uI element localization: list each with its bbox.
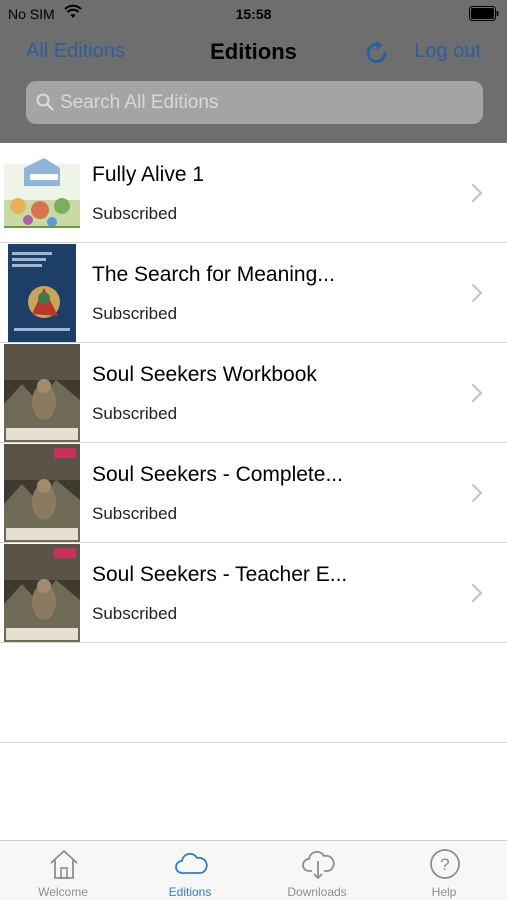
tab-welcome[interactable]: Welcome (0, 841, 126, 900)
log-out-button[interactable]: Log out (414, 40, 481, 63)
tab-label: Downloads (287, 885, 347, 899)
clock: 15:58 (235, 6, 272, 22)
edition-cover-thumbnail (8, 244, 76, 342)
tab-editions[interactable]: Editions (127, 841, 253, 900)
edition-title: Soul Seekers - Teacher E... (92, 563, 348, 586)
tab-bar: Welcome Editions Downloads ? Help (0, 840, 507, 900)
chevron-right-icon (471, 183, 483, 203)
edition-row-soul-seekers-complete[interactable]: Soul Seekers - Complete... Subscribed (0, 443, 507, 543)
editions-list: Fully Alive 1 Subscribed The Search for … (0, 143, 507, 743)
cloud-download-icon (302, 850, 335, 880)
editions-screen: No SIM 15:58 All Editions Editions Log o… (0, 0, 507, 900)
battery-icon (469, 6, 499, 21)
search-input[interactable] (60, 81, 470, 124)
subscription-status: Subscribed (92, 604, 178, 623)
status-bar: No SIM 15:58 (0, 0, 507, 28)
edition-cover-thumbnail (4, 544, 80, 642)
edition-title: Soul Seekers - Complete... (92, 463, 343, 486)
help-icon: ? (430, 849, 460, 879)
navigation-bar: All Editions Editions Log out (0, 30, 507, 76)
cloud-icon (175, 852, 208, 874)
subscription-status: Subscribed (92, 404, 178, 423)
chevron-right-icon (471, 383, 483, 403)
tab-help[interactable]: ? Help (381, 841, 507, 900)
header-dimmed: No SIM 15:58 All Editions Editions Log o… (0, 0, 507, 143)
chevron-right-icon (471, 583, 483, 603)
tab-downloads[interactable]: Downloads (254, 841, 380, 900)
edition-cover-thumbnail (4, 444, 80, 542)
svg-text:?: ? (440, 855, 449, 874)
edition-title: Fully Alive 1 (92, 163, 205, 186)
tab-label: Editions (168, 885, 212, 899)
edition-row-soul-seekers-workbook[interactable]: Soul Seekers Workbook Subscribed (0, 343, 507, 443)
home-icon (50, 850, 78, 879)
edition-cover-thumbnail (4, 344, 80, 442)
chevron-right-icon (471, 283, 483, 303)
edition-title: Soul Seekers Workbook (92, 363, 317, 386)
subscription-status: Subscribed (92, 204, 178, 223)
edition-title: The Search for Meaning... (92, 263, 335, 286)
search-bar[interactable] (26, 81, 483, 124)
edition-row-fully-alive-1[interactable]: Fully Alive 1 Subscribed (0, 143, 507, 243)
search-icon (36, 93, 54, 111)
refresh-icon[interactable] (363, 38, 391, 68)
empty-list-row (0, 643, 507, 743)
edition-row-search-for-meaning[interactable]: The Search for Meaning... Subscribed (0, 243, 507, 343)
edition-cover-thumbnail (4, 144, 80, 242)
tab-label: Welcome (38, 885, 88, 899)
chevron-right-icon (471, 483, 483, 503)
subscription-status: Subscribed (92, 504, 178, 523)
subscription-status: Subscribed (92, 304, 178, 323)
edition-row-soul-seekers-teacher[interactable]: Soul Seekers - Teacher E... Subscribed (0, 543, 507, 643)
tab-label: Help (431, 885, 457, 899)
